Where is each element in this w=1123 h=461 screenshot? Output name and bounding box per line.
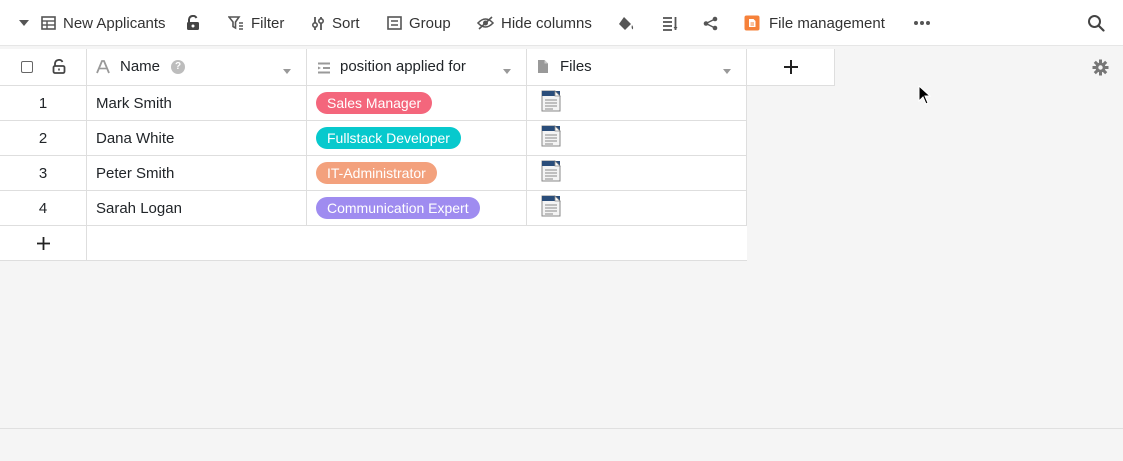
hide-columns-icon [477,16,494,30]
hide-columns-button[interactable]: Hide columns [477,0,592,46]
document-file-icon[interactable] [541,195,561,221]
name-cell[interactable]: Sarah Logan [87,191,307,225]
search-button[interactable] [1087,0,1105,46]
help-icon[interactable]: ? [171,60,185,74]
file-icon [537,59,549,78]
header-select-cell [0,49,87,85]
share-button[interactable] [703,0,718,46]
column-header-label: Files [560,58,592,75]
position-option-pill: Communication Expert [316,197,480,219]
column-header-label: position applied for [340,58,466,75]
name-cell[interactable]: Dana White [87,121,307,155]
more-icon [914,21,930,25]
position-option-pill: IT-Administrator [316,162,437,184]
status-bar [0,428,1123,461]
file-management-button[interactable]: File management [744,0,885,46]
grid-header: Name ? position applied for Files [0,49,835,86]
filter-button[interactable]: Filter [228,0,284,46]
name-cell[interactable]: Peter Smith [87,156,307,190]
view-name: New Applicants [63,14,166,32]
chevron-down-icon [19,20,29,26]
mouse-cursor-icon [918,84,932,109]
toolbar: New Applicants Filter Sort Group Hide co… [0,0,1123,46]
table-row[interactable]: 3 Peter Smith IT-Administrator [0,156,747,191]
add-column-button[interactable] [747,49,835,85]
sort-button[interactable]: Sort [311,0,360,46]
files-cell[interactable] [527,156,747,190]
name-cell[interactable]: Mark Smith [87,86,307,120]
group-button[interactable]: Group [387,0,451,46]
row-number[interactable]: 4 [0,191,87,225]
share-icon [703,16,718,30]
files-cell[interactable] [527,86,747,120]
row-number[interactable]: 3 [0,156,87,190]
row-color-button[interactable] [618,0,635,46]
file-management-icon [744,15,760,31]
select-all-checkbox[interactable] [21,61,33,73]
document-file-icon[interactable] [541,125,561,151]
group-icon [387,16,402,30]
row-height-icon [663,16,678,31]
plus-icon [36,236,50,250]
lock-open-icon [187,15,199,30]
add-row-button[interactable] [0,226,87,260]
more-button[interactable] [913,0,931,46]
position-cell[interactable]: IT-Administrator [307,156,527,190]
row-number[interactable]: 2 [0,121,87,155]
filter-icon [228,16,243,30]
single-select-icon [317,61,331,78]
file-management-label: File management [769,14,885,32]
position-cell[interactable]: Sales Manager [307,86,527,120]
add-row[interactable] [0,226,747,261]
text-type-icon [96,60,110,78]
column-header-label: Name [120,58,161,75]
row-number[interactable]: 1 [0,86,87,120]
view-name-button[interactable]: New Applicants [41,0,166,46]
table-row[interactable]: 1 Mark Smith Sales Manager [0,86,747,121]
sort-label: Sort [332,14,360,32]
column-header-position[interactable]: position applied for [307,49,527,85]
lock-open-icon[interactable] [52,59,66,78]
table-row[interactable]: 4 Sarah Logan Communication Expert [0,191,747,226]
column-menu-icon[interactable] [282,63,292,80]
document-file-icon[interactable] [541,160,561,186]
lock-view-button[interactable] [186,0,200,46]
position-cell[interactable]: Communication Expert [307,191,527,225]
row-height-button[interactable] [662,0,678,46]
table-row[interactable]: 2 Dana White Fullstack Developer [0,121,747,156]
view-dropdown-button[interactable] [18,0,30,46]
gear-icon[interactable] [1092,59,1109,80]
paint-bucket-icon [619,16,634,30]
column-header-name[interactable]: Name ? [87,49,307,85]
column-header-files[interactable]: Files [527,49,747,85]
column-menu-icon[interactable] [502,63,512,80]
plus-icon [783,60,798,74]
files-cell[interactable] [527,191,747,225]
position-cell[interactable]: Fullstack Developer [307,121,527,155]
table-icon [41,16,56,30]
document-file-icon[interactable] [541,90,561,116]
files-cell[interactable] [527,121,747,155]
position-option-pill: Fullstack Developer [316,127,461,149]
group-label: Group [409,14,451,32]
column-menu-icon[interactable] [722,63,732,80]
sort-icon [311,16,325,30]
position-option-pill: Sales Manager [316,92,433,114]
hide-columns-label: Hide columns [501,14,592,32]
search-icon [1088,15,1105,32]
filter-label: Filter [251,14,285,32]
